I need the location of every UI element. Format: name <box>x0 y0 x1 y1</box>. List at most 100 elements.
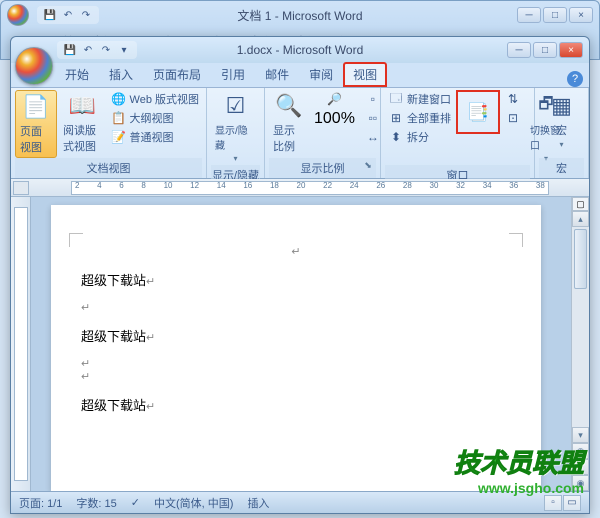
tab-references[interactable]: 引用 <box>211 62 255 87</box>
quick-access-toolbar-back: 💾 ↶ ↷ <box>37 6 99 24</box>
paragraph-mark: ↵ <box>81 357 511 370</box>
redo-icon[interactable]: ↷ <box>99 43 113 57</box>
chevron-down-icon: ▾ <box>559 140 563 149</box>
scroll-up-button[interactable]: ▴ <box>572 211 589 227</box>
front-window-title: 1.docx - Microsoft Word <box>237 43 363 57</box>
status-proofing-icon[interactable]: ✓ <box>131 496 140 509</box>
show-hide-button[interactable]: ☑ 显示/隐藏 ▾ <box>211 90 260 165</box>
status-view-buttons: ▫ ▭ <box>544 495 581 511</box>
side-by-side-button[interactable]: 📑 <box>456 90 500 134</box>
tab-view[interactable]: 视图 <box>343 62 387 87</box>
ribbon-tabs: 开始 插入 页面布局 引用 邮件 审阅 视图 ? <box>11 63 589 87</box>
dialog-launcher-icon[interactable]: ⬊ <box>362 160 374 172</box>
document-area: 2468101214161820222426283032343638 ↵ 超级下… <box>11 179 589 491</box>
group-label-views: 文档视图 <box>15 158 202 178</box>
document-body: ↵ 超级下载站↵ ↵ 超级下载站↵ ↵ ↵ 超级下载站↵ ▢ ▴ ▾ ◉ ○ ◉ <box>11 197 589 491</box>
tab-layout[interactable]: 页面布局 <box>143 62 211 87</box>
group-label-zoom: 显示比例⬊ <box>269 158 376 178</box>
status-page[interactable]: 页面: 1/1 <box>19 495 62 511</box>
front-window-controls: ─ □ × <box>507 42 583 58</box>
group-show-hide: ☑ 显示/隐藏 ▾ 显示/隐藏 <box>207 88 265 178</box>
outline-view-button[interactable]: 📋大纲视图 <box>108 109 202 127</box>
scroll-thumb[interactable] <box>574 229 587 289</box>
undo-icon[interactable]: ↶ <box>81 43 95 57</box>
reset-position-button[interactable]: ⊡ <box>502 109 524 127</box>
two-pages-icon: ▫▫ <box>365 110 381 126</box>
undo-icon[interactable]: ↶ <box>61 8 75 22</box>
tab-home[interactable]: 开始 <box>55 62 99 87</box>
reading-view-button[interactable]: 📖 阅读版式视图 <box>59 90 106 156</box>
back-window-title: 文档 1 - Microsoft Word <box>237 7 362 24</box>
vertical-ruler[interactable] <box>11 197 31 491</box>
draft-view-button[interactable]: 📝普通视图 <box>108 128 202 146</box>
scroll-down-button[interactable]: ▾ <box>572 427 589 443</box>
split-icon: ⬍ <box>388 129 404 145</box>
ruler-toggle-button[interactable]: ▢ <box>572 197 589 211</box>
ruler-marks: 2468101214161820222426283032343638 <box>71 181 549 190</box>
page-width-icon: ↔ <box>365 129 381 145</box>
status-reading-view-icon[interactable]: ▭ <box>563 495 581 511</box>
new-window-button[interactable]: 🗔新建窗口 <box>385 90 454 108</box>
split-button[interactable]: ⬍拆分 <box>385 128 454 146</box>
page-view-icon: 📄 <box>20 93 52 121</box>
group-label-macros: 宏 <box>539 158 584 178</box>
next-page-button[interactable]: ◉ <box>572 475 589 491</box>
arrange-all-icon: ⊞ <box>388 110 404 126</box>
scroll-track[interactable] <box>572 291 589 427</box>
ribbon: 📄 页面视图 📖 阅读版式视图 🌐Web 版式视图 📋大纲视图 📝普通视图 文档… <box>11 87 589 179</box>
margin-mark-tr <box>509 233 523 247</box>
web-view-button[interactable]: 🌐Web 版式视图 <box>108 90 202 108</box>
redo-icon[interactable]: ↷ <box>79 8 93 22</box>
back-titlebar: 💾 ↶ ↷ 文档 1 - Microsoft Word ─ □ × <box>1 1 599 29</box>
arrange-all-button[interactable]: ⊞全部重排 <box>385 109 454 127</box>
document-page[interactable]: ↵ 超级下载站↵ ↵ 超级下载站↵ ↵ ↵ 超级下载站↵ <box>51 205 541 491</box>
close-button-back[interactable]: × <box>569 7 593 23</box>
reset-position-icon: ⊡ <box>505 110 521 126</box>
tab-review[interactable]: 审阅 <box>299 62 343 87</box>
group-window: 🗔新建窗口 ⊞全部重排 ⬍拆分 📑 ⇅ ⊡ 🗗 切换窗口 ▾ 窗口 <box>381 88 535 178</box>
document-line[interactable]: 超级下载站↵ <box>81 326 511 345</box>
paragraph-mark: ↵ <box>81 301 511 314</box>
one-page-icon: ▫ <box>365 91 381 107</box>
reading-view-icon: 📖 <box>66 92 98 120</box>
browse-object-button[interactable]: ○ <box>572 459 589 475</box>
status-language[interactable]: 中文(简体, 中国) <box>154 495 233 511</box>
office-button-back[interactable] <box>7 4 29 26</box>
qat-dropdown-icon[interactable]: ▾ <box>117 43 131 57</box>
group-macros: ▦ 宏 ▾ 宏 <box>535 88 589 178</box>
paragraph-mark: ↵ <box>81 245 511 258</box>
horizontal-ruler[interactable]: 2468101214161820222426283032343638 <box>11 179 589 197</box>
quick-access-toolbar: 💾 ↶ ↷ ▾ <box>57 41 137 59</box>
prev-page-button[interactable]: ◉ <box>572 443 589 459</box>
front-titlebar[interactable]: 💾 ↶ ↷ ▾ 1.docx - Microsoft Word ─ □ × <box>11 37 589 63</box>
page-view-button[interactable]: 📄 页面视图 <box>15 90 57 158</box>
status-insert-mode[interactable]: 插入 <box>247 495 269 511</box>
tab-insert[interactable]: 插入 <box>99 62 143 87</box>
zoom-100-button[interactable]: 🔎 100% <box>311 90 358 129</box>
save-icon[interactable]: 💾 <box>63 43 77 57</box>
web-view-icon: 🌐 <box>111 91 127 107</box>
minimize-button-back[interactable]: ─ <box>517 7 541 23</box>
document-line[interactable]: 超级下载站↵ <box>81 270 511 289</box>
status-words[interactable]: 字数: 15 <box>76 495 116 511</box>
ruler-corner[interactable] <box>13 181 29 195</box>
minimize-button[interactable]: ─ <box>507 42 531 58</box>
reading-view-label: 阅读版式视图 <box>63 122 102 154</box>
zoom-100-icon: 🔎 <box>326 91 342 107</box>
save-icon[interactable]: 💾 <box>43 8 57 22</box>
maximize-button-back[interactable]: □ <box>543 7 567 23</box>
foreground-word-window: 💾 ↶ ↷ ▾ 1.docx - Microsoft Word ─ □ × 开始… <box>10 36 590 514</box>
close-button[interactable]: × <box>559 42 583 58</box>
help-icon[interactable]: ? <box>567 71 583 87</box>
back-window-controls: ─ □ × <box>517 7 593 23</box>
document-line[interactable]: 超级下载站↵ <box>81 395 511 414</box>
vertical-scrollbar[interactable]: ▢ ▴ ▾ ◉ ○ ◉ <box>571 197 589 491</box>
maximize-button[interactable]: □ <box>533 42 557 58</box>
status-print-view-icon[interactable]: ▫ <box>544 495 562 511</box>
macros-button[interactable]: ▦ 宏 ▾ <box>542 90 582 151</box>
office-button[interactable] <box>15 47 53 85</box>
zoom-button[interactable]: 🔍 显示比例 <box>269 90 309 156</box>
margin-mark-tl <box>69 233 83 247</box>
sync-scroll-button[interactable]: ⇅ <box>502 90 524 108</box>
tab-mailings[interactable]: 邮件 <box>255 62 299 87</box>
